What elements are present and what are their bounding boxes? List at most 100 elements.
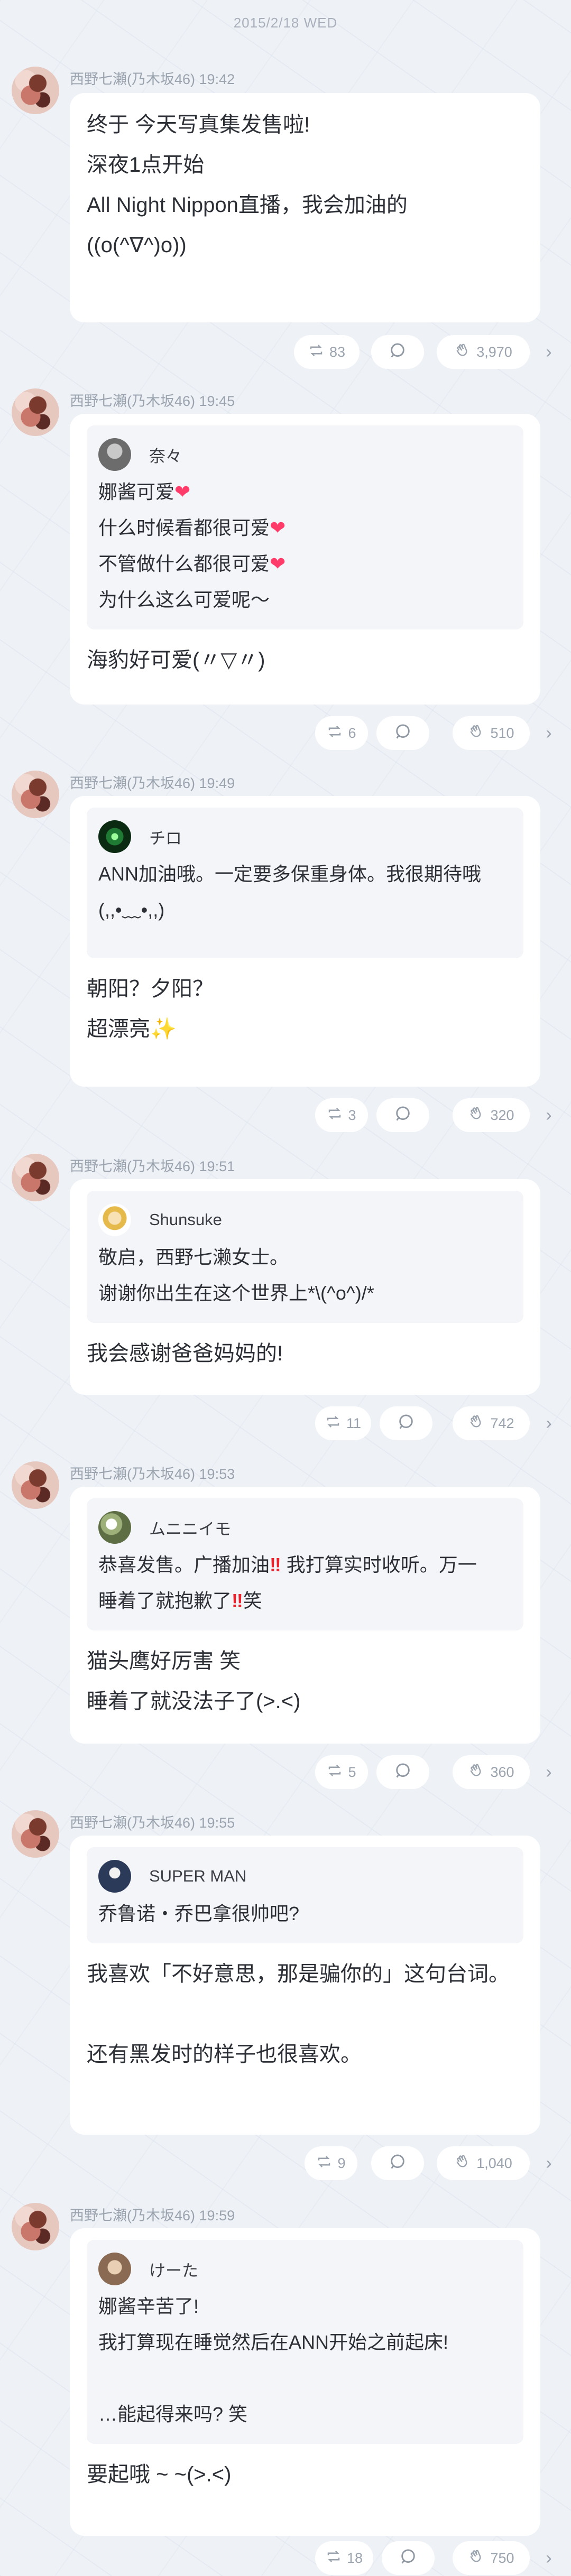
post-meta: 西野七瀬(乃木坂46) 19:51 (70, 1155, 235, 1175)
message-card[interactable]: けーた 娜酱辛苦了! 我打算现在睡觉然后在ANN开始之前起床! …能起得来吗? … (70, 2228, 540, 2536)
action-bar: 83 3,970 › (0, 335, 571, 369)
quoted-line: 不管做什么都很可爱❤ (98, 553, 286, 574)
clap-icon (468, 1105, 485, 1126)
quoted-user-name: 奈々 (149, 447, 182, 466)
repost-icon (327, 1763, 343, 1782)
chevron-right-icon[interactable]: › (538, 1413, 559, 1434)
repost-button[interactable]: 11 (315, 1406, 371, 1440)
repost-icon (308, 342, 324, 362)
chevron-right-icon[interactable]: › (538, 341, 559, 363)
quoted-line: …能起得来吗? 笑 (98, 2403, 248, 2425)
comment-button[interactable] (371, 335, 424, 369)
quoted-line: 娜酱辛苦了! (98, 2295, 199, 2317)
repost-button[interactable]: 83 (294, 335, 360, 369)
comment-button[interactable] (376, 1755, 429, 1789)
repost-button[interactable]: 18 (315, 2541, 373, 2575)
repost-count: 83 (329, 344, 346, 360)
quoted-reply[interactable]: ムニニイモ 恭喜发售。广播加油‼ 我打算实时收听。万一 睡着了就抱歉了‼笑 (87, 1498, 523, 1630)
repost-count: 9 (337, 2155, 346, 2171)
like-button[interactable]: 3,970 (437, 335, 530, 369)
author-name: 西野七瀬(乃木坂46) (70, 1815, 196, 1831)
comment-icon (389, 2153, 407, 2174)
quoted-line: 娜酱可爱❤ (98, 481, 191, 503)
clap-icon (468, 723, 485, 744)
message-card[interactable]: Shunsuke 敬启，西野七濑女士。 谢谢你出生在这个世界上*\(^o^)/*… (70, 1179, 540, 1395)
repost-count: 6 (348, 725, 356, 741)
message-line: ((o(^∇^)o)) (87, 234, 187, 257)
message-line: All Night Nippon直播，我会加油的 (87, 193, 408, 217)
post-time: 19:45 (199, 393, 235, 409)
post-time: 19:49 (199, 775, 235, 791)
message-line: 还有黑发时的样子也很喜欢。 (87, 2043, 362, 2066)
quoted-user-avatar (98, 1860, 131, 1893)
quoted-user-name: Shunsuke (149, 1210, 222, 1229)
avatar[interactable] (12, 2203, 59, 2250)
quoted-user-name: けーた (149, 2261, 198, 2280)
post-meta: 西野七瀬(乃木坂46) 19:45 (70, 390, 235, 410)
like-count: 320 (490, 1107, 514, 1123)
message-line: 超漂亮✨ (87, 1017, 177, 1041)
action-bar: 11 742 › (0, 1406, 571, 1440)
quoted-user-name: ムニニイモ (149, 1519, 231, 1539)
message-line: 海豹好可爱(〃▽〃) (87, 648, 265, 672)
comment-button[interactable] (380, 1406, 432, 1440)
message-card[interactable]: 终于 今天写真集发售啦! 深夜1点开始 All Night Nippon直播，我… (70, 93, 540, 322)
clap-icon (468, 2548, 485, 2569)
avatar[interactable] (12, 1461, 59, 1509)
chevron-right-icon[interactable]: › (538, 2547, 559, 2569)
chevron-right-icon[interactable]: › (538, 1105, 559, 1126)
repost-count: 11 (346, 1415, 362, 1431)
quoted-reply[interactable]: チロ ANN加油哦。一定要多保重身体。我很期待哦 (,,•﹏•,,) (87, 808, 523, 958)
quoted-reply[interactable]: Shunsuke 敬启，西野七濑女士。 谢谢你出生在这个世界上*\(^o^)/* (87, 1191, 523, 1323)
sparkle-emoji: ✨ (150, 1017, 177, 1041)
repost-button[interactable]: 6 (315, 716, 368, 750)
message-card[interactable]: ムニニイモ 恭喜发售。广播加油‼ 我打算实时收听。万一 睡着了就抱歉了‼笑 猫头… (70, 1487, 540, 1744)
quoted-line: 我打算现在睡觉然后在ANN开始之前起床! (98, 2331, 449, 2353)
comment-button[interactable] (376, 1098, 429, 1132)
comment-icon (397, 1413, 415, 1434)
like-button[interactable]: 320 (453, 1098, 530, 1132)
chevron-right-icon[interactable]: › (538, 1762, 559, 1783)
quoted-user-name: チロ (149, 829, 182, 848)
repost-icon (327, 724, 343, 743)
chevron-right-icon[interactable]: › (538, 722, 559, 744)
avatar[interactable] (12, 1810, 59, 1858)
like-button[interactable]: 1,040 (437, 2146, 530, 2180)
like-button[interactable]: 360 (453, 1755, 530, 1789)
comment-button[interactable] (376, 716, 429, 750)
comment-icon (399, 2547, 417, 2569)
quoted-reply[interactable]: 奈々 娜酱可爱❤ 什么时候看都很可爱❤ 不管做什么都很可爱❤ 为什么这么可爱呢〜 (87, 425, 523, 629)
message-card[interactable]: チロ ANN加油哦。一定要多保重身体。我很期待哦 (,,•﹏•,,) 朝阳？夕阳… (70, 796, 540, 1087)
quoted-user-avatar (98, 2253, 131, 2285)
like-button[interactable]: 750 (453, 2541, 530, 2575)
message-line: 我喜欢「不好意思，那是骗你的」这句台词。 (87, 1962, 510, 1986)
double-exclamation-emoji: ‼ (232, 1590, 243, 1611)
quoted-reply[interactable]: けーた 娜酱辛苦了! 我打算现在睡觉然后在ANN开始之前起床! …能起得来吗? … (87, 2240, 523, 2444)
repost-button[interactable]: 9 (305, 2146, 357, 2180)
comment-icon (389, 341, 407, 363)
message-card[interactable]: SUPER MAN 乔鲁诺・乔巴拿很帅吧? 我喜欢「不好意思，那是骗你的」这句台… (70, 1836, 540, 2135)
avatar[interactable] (12, 771, 59, 818)
author-name: 西野七瀬(乃木坂46) (70, 775, 196, 791)
quoted-user-name: SUPER MAN (149, 1867, 247, 1885)
repost-button[interactable]: 5 (315, 1755, 368, 1789)
comment-button[interactable] (371, 2146, 424, 2180)
message-card[interactable]: 奈々 娜酱可爱❤ 什么时候看都很可爱❤ 不管做什么都很可爱❤ 为什么这么可爱呢〜… (70, 414, 540, 705)
like-button[interactable]: 742 (453, 1406, 530, 1440)
author-name: 西野七瀬(乃木坂46) (70, 71, 196, 87)
like-button[interactable]: 510 (453, 716, 530, 750)
repost-icon (325, 1414, 341, 1433)
quoted-line: 敬启，西野七濑女士。 (98, 1246, 289, 1268)
quoted-user-avatar (98, 1511, 131, 1544)
avatar[interactable] (12, 1154, 59, 1201)
clap-icon (468, 1413, 485, 1434)
comment-button[interactable] (382, 2541, 435, 2575)
repost-button[interactable]: 3 (315, 1098, 368, 1132)
avatar[interactable] (12, 67, 59, 114)
post-meta: 西野七瀬(乃木坂46) 19:59 (70, 2204, 235, 2225)
chevron-right-icon[interactable]: › (538, 2153, 559, 2174)
avatar[interactable] (12, 388, 59, 436)
message-line (87, 1994, 523, 2034)
double-exclamation-emoji: ‼ (270, 1554, 281, 1576)
quoted-reply[interactable]: SUPER MAN 乔鲁诺・乔巴拿很帅吧? (87, 1847, 523, 1943)
